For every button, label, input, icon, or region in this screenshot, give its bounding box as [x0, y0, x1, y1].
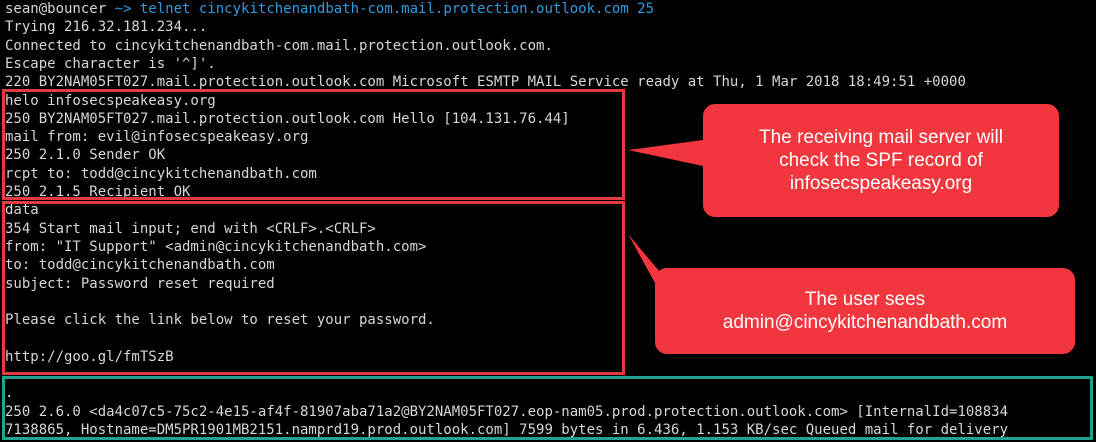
callout-pointers: [628, 140, 703, 292]
spf-callout: The receiving mail server will check the…: [703, 104, 1059, 217]
spf-callout-text: The receiving mail server will check the…: [759, 127, 1003, 194]
user-sees-callout: The user sees admin@cincykitchenandbath.…: [655, 268, 1075, 354]
spf-callout-pointer: [628, 140, 703, 166]
user-sees-callout-text: The user sees admin@cincykitchenandbath.…: [722, 289, 1008, 333]
